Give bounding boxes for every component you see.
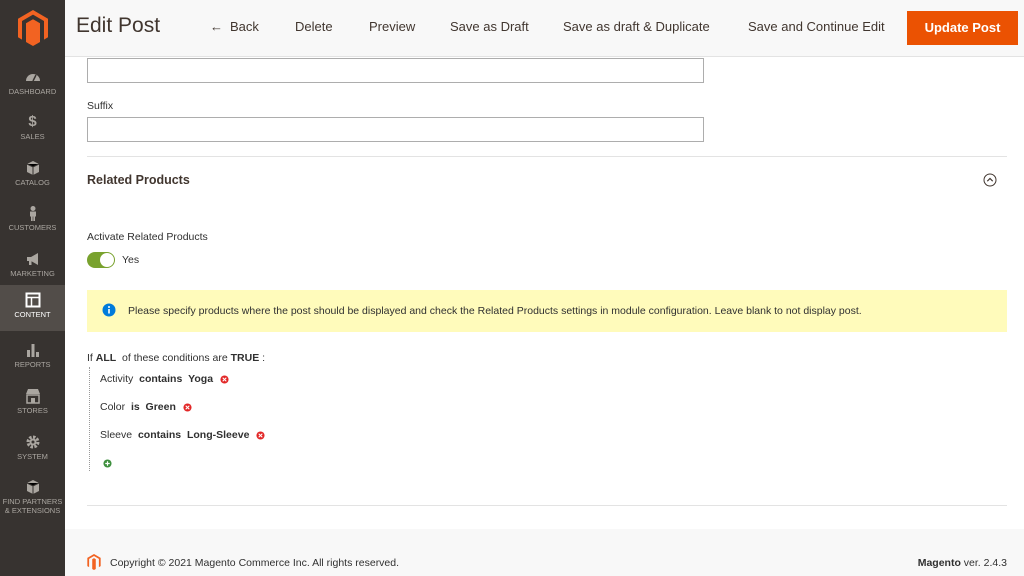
rule-value[interactable]: Long-Sleeve (187, 429, 249, 441)
magento-logo-icon (87, 554, 101, 570)
person-icon (29, 206, 36, 221)
colon-label: : (262, 352, 266, 364)
sidebar-item-label: STORES (17, 406, 48, 415)
sidebar-item-find-partners[interactable]: FIND PARTNERS & EXTENSIONS (0, 473, 65, 523)
rule-value[interactable]: Green (146, 401, 176, 413)
version-text: Magento ver. 2.4.3 (918, 557, 1007, 569)
suffix-input[interactable] (87, 117, 704, 142)
sidebar-item-marketing[interactable]: MARKETING (0, 245, 65, 289)
dollar-icon: $ (28, 113, 37, 130)
sidebar-item-label: MARKETING (10, 269, 55, 278)
brand-name: Magento (917, 557, 961, 569)
cube-icon (26, 161, 39, 175)
sidebar-item-reports[interactable]: REPORTS (0, 336, 65, 380)
bar-chart-icon (26, 344, 39, 357)
value-select[interactable]: TRUE (231, 352, 260, 364)
admin-sidebar: DASHBOARD $ SALES CATALOG CUSTOMERS MARK… (0, 0, 65, 576)
arrow-left-icon: ← (210, 19, 223, 34)
sidebar-item-content[interactable]: CONTENT (0, 285, 65, 331)
section-divider (87, 505, 1007, 506)
sidebar-item-label-line2: & EXTENSIONS (4, 506, 61, 515)
dashboard-icon (25, 74, 40, 82)
sidebar-item-customers[interactable]: CUSTOMERS (0, 199, 65, 243)
sidebar-item-label: DASHBOARD (8, 87, 57, 96)
of-these-label: of these conditions are (122, 352, 228, 364)
box-icon (26, 480, 39, 494)
if-label: If (87, 352, 93, 364)
preview-button[interactable]: Preview (369, 19, 415, 34)
prefix-input[interactable] (87, 58, 704, 83)
remove-icon[interactable] (220, 375, 229, 384)
suffix-label: Suffix (87, 100, 114, 112)
conditions-header: If ALL of these conditions are TRUE : (87, 352, 265, 364)
back-button[interactable]: ← Back (210, 19, 259, 34)
info-icon (102, 303, 116, 317)
add-condition-icon[interactable] (103, 459, 112, 468)
info-notice: Please specify products where the post s… (87, 290, 1007, 332)
activate-related-toggle[interactable] (87, 252, 115, 268)
related-products-title[interactable]: Related Products (87, 173, 190, 187)
toggle-value-label: Yes (122, 254, 140, 266)
activate-related-label: Activate Related Products (87, 231, 208, 243)
sidebar-item-label: CUSTOMERS (8, 223, 57, 232)
sidebar-item-label: REPORTS (14, 360, 51, 369)
gear-icon (26, 435, 39, 449)
remove-icon[interactable] (256, 431, 265, 440)
copyright-text: Copyright © 2021 Magento Commerce Inc. A… (110, 557, 400, 569)
remove-icon[interactable] (183, 403, 192, 412)
conditions-tree-line (89, 367, 90, 471)
sidebar-item-system[interactable]: SYSTEM (0, 428, 65, 472)
rule-operator[interactable]: contains (138, 429, 181, 441)
condition-rule: Color is Green (100, 401, 192, 413)
condition-rule: Activity contains Yoga (100, 373, 229, 385)
page-title: Edit Post (76, 14, 161, 37)
condition-rule: Sleeve contains Long-Sleeve (100, 429, 265, 441)
save-as-draft-button[interactable]: Save as Draft (450, 19, 529, 34)
sidebar-item-label: FIND PARTNERS (2, 497, 63, 506)
rule-value[interactable]: Yoga (188, 373, 213, 385)
sidebar-item-catalog[interactable]: CATALOG (0, 154, 65, 198)
sidebar-item-label: SALES (20, 132, 45, 141)
magento-logo-icon[interactable] (18, 10, 48, 46)
layout-icon (25, 292, 40, 308)
rule-operator[interactable]: contains (139, 373, 182, 385)
storefront-icon (25, 389, 40, 404)
rule-operator[interactable]: is (131, 401, 140, 413)
sidebar-item-sales[interactable]: $ SALES (0, 108, 65, 152)
rule-attribute: Activity (100, 373, 134, 385)
save-and-continue-button[interactable]: Save and Continue Edit (748, 19, 885, 34)
save-draft-duplicate-button[interactable]: Save as draft & Duplicate (563, 19, 710, 34)
notice-text: Please specify products where the post s… (128, 305, 862, 317)
aggregator-select[interactable]: ALL (96, 352, 116, 364)
sidebar-item-dashboard[interactable]: DASHBOARD (0, 63, 65, 107)
back-label: Back (230, 19, 259, 34)
version-number: ver. 2.4.3 (963, 557, 1007, 569)
sidebar-item-stores[interactable]: STORES (0, 382, 65, 426)
chevron-up-circle-icon[interactable] (983, 173, 997, 187)
megaphone-icon (26, 253, 38, 265)
section-divider (87, 156, 1007, 157)
page-footer: Copyright © 2021 Magento Commerce Inc. A… (65, 529, 1024, 576)
update-post-button[interactable]: Update Post (907, 11, 1018, 45)
main-content: Suffix Related Products Activate Related… (65, 57, 1024, 529)
sidebar-item-label: CATALOG (15, 178, 50, 187)
sidebar-item-label: CONTENT (14, 310, 51, 319)
sidebar-item-label: SYSTEM (17, 452, 48, 461)
rule-attribute: Color (100, 401, 126, 413)
toggle-knob (100, 253, 114, 267)
rule-attribute: Sleeve (100, 429, 133, 441)
page-actions-header: Edit Post ← Back Delete Preview Save as D… (65, 0, 1024, 57)
delete-button[interactable]: Delete (295, 19, 333, 34)
